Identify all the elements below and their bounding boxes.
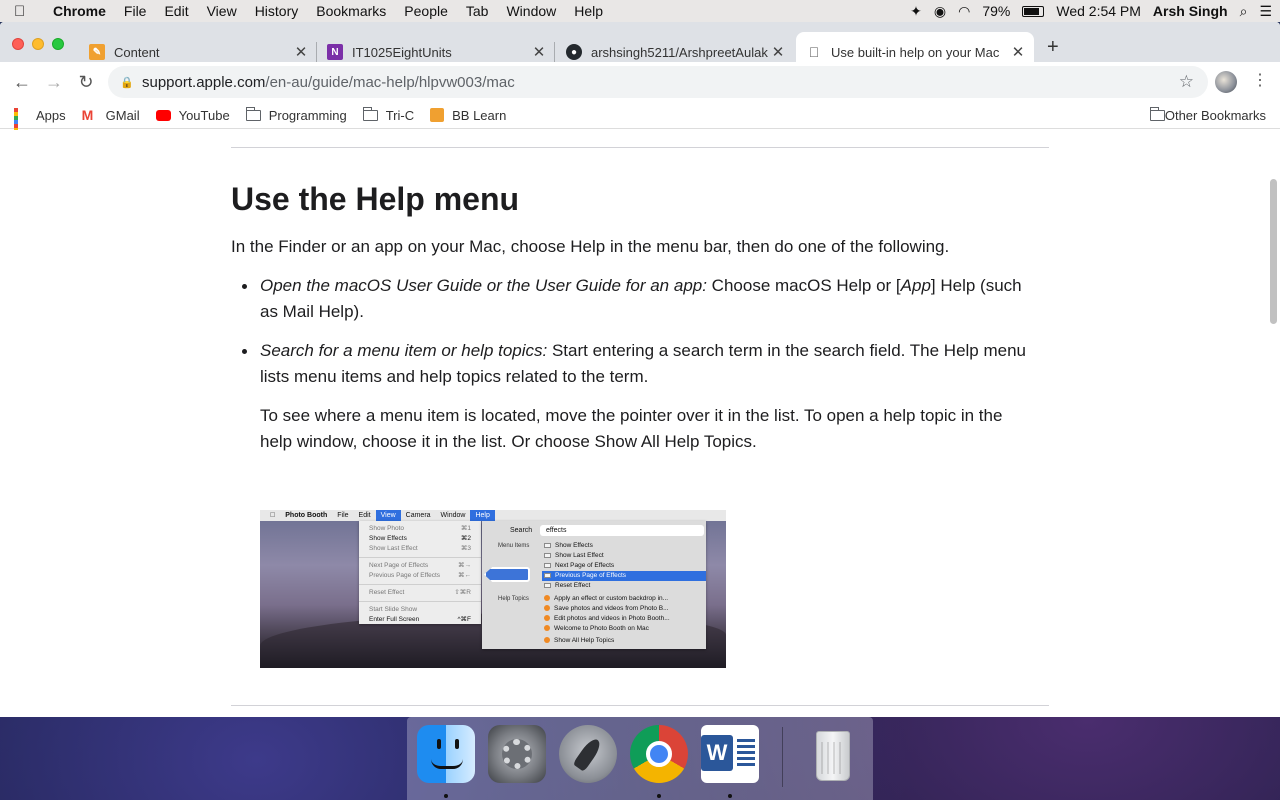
lock-icon[interactable]: 🔒: [120, 76, 142, 89]
close-tab-icon[interactable]: ✕: [1008, 43, 1028, 61]
chrome-icon[interactable]: [630, 725, 688, 783]
folder-icon: [362, 106, 378, 121]
menu-history[interactable]: History: [246, 0, 308, 22]
menu-app-name[interactable]: Chrome: [44, 0, 115, 22]
menu-file[interactable]: File: [115, 0, 156, 22]
mac-menu-bar:  Chrome File Edit View History Bookmark…: [0, 0, 1280, 22]
illustration-view-menu: Show Photo ⌘1 Show Effects ⌘2 Show Last Ef…: [359, 521, 481, 624]
profile-avatar[interactable]: [1215, 71, 1237, 93]
close-tab-icon[interactable]: ✕: [291, 43, 311, 61]
finder-icon[interactable]: [417, 725, 475, 783]
spotlight-search-icon[interactable]: ⌕: [1240, 3, 1248, 20]
chrome-menu-icon[interactable]: ⋮: [1250, 70, 1270, 90]
reload-button[interactable]: ↻: [70, 72, 102, 93]
window-controls: [12, 38, 64, 50]
word-icon[interactable]: W: [701, 725, 759, 783]
browser-toolbar: ← → ↻ 🔒 support.apple.com/en-au/guide/ma…: [0, 62, 1280, 102]
tab-title: arshsingh5211/ArshpreetAulakh: [591, 44, 768, 60]
illustration-menubar:  Photo Booth File Edit View Camera Wind…: [260, 510, 726, 521]
bookmark-bb-learn[interactable]: BB Learn: [430, 108, 506, 123]
bookmark-label: GMail: [105, 107, 140, 123]
close-tab-icon[interactable]: ✕: [529, 43, 549, 61]
pointer-arrow-icon: [484, 567, 530, 582]
minimize-window-button[interactable]: [32, 38, 44, 50]
apple-icon: : [260, 510, 280, 521]
tool-status-icon[interactable]: ✦: [910, 3, 922, 20]
bookmark-label: Tri-C: [385, 107, 415, 123]
page-title: Use the Help menu: [231, 181, 520, 217]
help-menu-illustration:  Photo Booth File Edit View Camera Wind…: [260, 510, 726, 668]
list-item: Search for a menu item or help topics: S…: [232, 338, 1032, 390]
dock: W: [407, 717, 873, 800]
bookmark-gmail[interactable]: M GMail: [82, 108, 140, 123]
close-window-button[interactable]: [12, 38, 24, 50]
tab-title: Use built-in help on your Mac: [831, 44, 1000, 60]
list-item: Open the macOS User Guide or the User Gu…: [232, 273, 1032, 325]
forward-button[interactable]: →: [38, 72, 70, 93]
bullet-list: Open the macOS User Guide or the User Gu…: [232, 273, 1032, 455]
menu-tab[interactable]: Tab: [457, 0, 498, 22]
bookmark-label: Apps: [36, 107, 66, 123]
tab-title: Content: [114, 44, 160, 60]
menu-user[interactable]: Arsh Singh: [1153, 3, 1228, 19]
folder-icon: [245, 106, 261, 121]
github-icon: ●: [566, 44, 582, 60]
followup-paragraph: To see where a menu item is located, mov…: [260, 406, 1003, 451]
system-preferences-icon[interactable]: [488, 725, 546, 783]
trash-icon[interactable]: [804, 725, 862, 783]
pencil-icon: ✎: [89, 44, 105, 60]
menu-bookmarks[interactable]: Bookmarks: [307, 0, 395, 22]
url-path: /en-au/guide/mac-help/hlpvw003/mac: [265, 73, 515, 91]
bookmark-star-icon[interactable]: ☆: [1179, 72, 1194, 92]
menu-view[interactable]: View: [198, 0, 246, 22]
menu-help[interactable]: Help: [565, 0, 612, 22]
bullet-lead: Search for a menu item or help topics:: [260, 341, 548, 360]
close-tab-icon[interactable]: ✕: [768, 43, 788, 61]
fullscreen-window-button[interactable]: [52, 38, 64, 50]
other-bookmarks[interactable]: Other Bookmarks: [1149, 106, 1266, 123]
youtube-icon: [155, 109, 171, 121]
gmail-icon: M: [81, 107, 94, 123]
menu-window[interactable]: Window: [497, 0, 565, 22]
illustration-help-menu: Search effects Menu Items Show Effects S…: [482, 521, 706, 649]
battery-icon[interactable]: [1022, 5, 1045, 17]
bookmark-apps[interactable]: Apps: [14, 107, 66, 144]
wifi-icon[interactable]: ◠: [958, 3, 970, 20]
bookmark-tri-c[interactable]: Tri-C: [362, 106, 415, 123]
airplay-icon[interactable]: ◉: [934, 3, 946, 20]
menu-people[interactable]: People: [395, 0, 457, 22]
battery-percent: 79%: [982, 3, 1011, 19]
folder-icon: [1149, 106, 1165, 121]
bookmark-label: YouTube: [178, 107, 230, 123]
new-tab-button[interactable]: +: [1047, 36, 1059, 59]
pencil-icon: [430, 108, 445, 122]
tab-title: IT1025EightUnits: [352, 44, 452, 60]
launchpad-icon[interactable]: [559, 725, 617, 783]
bookmark-programming[interactable]: Programming: [245, 106, 347, 123]
bookmark-label: Programming: [268, 107, 347, 123]
address-bar[interactable]: 🔒 support.apple.com/en-au/guide/mac-help…: [108, 66, 1208, 98]
apple-icon: : [806, 44, 822, 60]
bookmark-label: Other Bookmarks: [1164, 107, 1266, 123]
chrome-window: ✎ Content ✕ N IT1025EightUnits ✕ ● arshs…: [0, 22, 1280, 717]
bullet-lead: Open the macOS User Guide or the User Gu…: [260, 276, 707, 295]
divider: [231, 147, 1049, 148]
notification-center-icon[interactable]: ☰: [1259, 3, 1272, 20]
url-host: support.apple.com: [142, 73, 266, 91]
bookmarks-bar: Apps M GMail YouTube Programming Tri-C B…: [0, 102, 1280, 144]
page-content: Use the Help menu In the Finder or an ap…: [0, 130, 1280, 717]
bookmark-label: BB Learn: [452, 107, 507, 123]
intro-paragraph: In the Finder or an app on your Mac, cho…: [231, 237, 950, 256]
menu-edit[interactable]: Edit: [155, 0, 197, 22]
divider: [231, 705, 1049, 706]
page-scrollbar[interactable]: [1270, 179, 1277, 324]
bookmark-youtube[interactable]: YouTube: [155, 107, 230, 123]
apps-grid-icon: [14, 108, 28, 144]
menu-clock[interactable]: Wed 2:54 PM: [1056, 3, 1141, 19]
back-button[interactable]: ←: [6, 72, 38, 93]
onenote-icon: N: [327, 44, 343, 60]
apple-menu-icon[interactable]: : [14, 3, 44, 20]
